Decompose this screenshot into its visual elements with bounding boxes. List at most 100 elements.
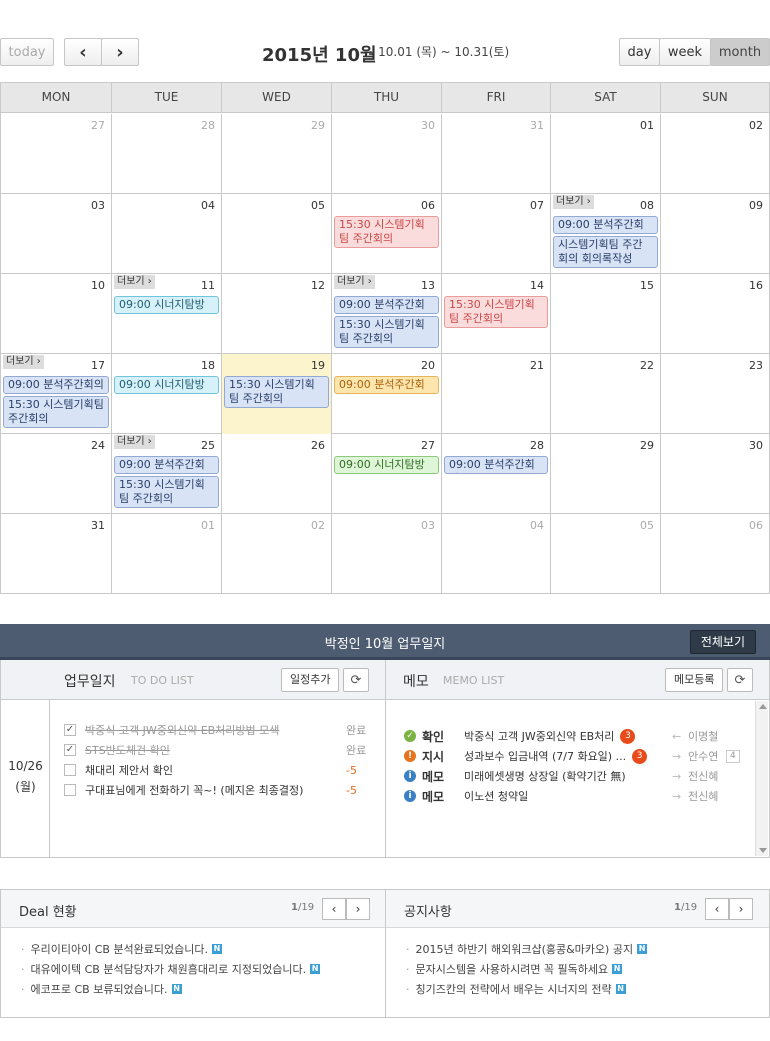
notice-prev-button[interactable]: ‹ bbox=[705, 898, 729, 920]
calendar-event[interactable]: 09:00 분석주간회의 bbox=[334, 376, 439, 394]
day-cell[interactable]: 15 bbox=[551, 274, 661, 354]
todo-checkbox[interactable] bbox=[64, 764, 76, 776]
day-cell[interactable]: 06 15:30 시스템기획팀 주간회의 bbox=[332, 194, 442, 274]
deal-item[interactable]: · 우리이티아이 CB 분석완료되었습니다. N bbox=[21, 940, 223, 958]
day-cell[interactable]: 31 bbox=[1, 514, 112, 594]
memo-item[interactable]: i 메모 이노션 청약일 → 전신혜 bbox=[404, 786, 754, 806]
day-cell[interactable]: 27 bbox=[1, 114, 112, 194]
memo-refresh-button[interactable]: ⟳ bbox=[727, 668, 753, 692]
day-cell[interactable]: 29 bbox=[222, 114, 332, 194]
day-cell[interactable]: 24 bbox=[1, 434, 112, 514]
view-week-button[interactable]: week bbox=[659, 38, 711, 66]
day-cell[interactable]: 25 더보기 › 09:00 분석주간회의 15:30 시스템기획팀 주간회의 bbox=[112, 434, 222, 514]
more-link[interactable]: 더보기 › bbox=[3, 355, 44, 369]
day-cell[interactable]: 01 bbox=[112, 514, 222, 594]
calendar-event[interactable]: 09:00 분석주간회의 bbox=[3, 376, 109, 394]
memo-scrollbar[interactable] bbox=[755, 701, 768, 856]
notice-item[interactable]: · 2015년 하반기 해외워크샵(홍콩&마카오) 공지 N bbox=[406, 940, 648, 958]
day-cell[interactable]: 30 bbox=[661, 434, 769, 514]
day-cell[interactable]: 16 bbox=[661, 274, 769, 354]
calendar-event[interactable]: 09:00 시너지탐방 bbox=[114, 376, 219, 394]
day-cell[interactable]: 17 더보기 › 09:00 분석주간회의 15:30 시스템기획팀 주간회의 bbox=[1, 354, 112, 434]
more-link[interactable]: 더보기 › bbox=[114, 275, 155, 289]
day-cell[interactable]: 19 15:30 시스템기획팀 주간회의 bbox=[222, 354, 332, 434]
day-cell[interactable]: 31 bbox=[442, 114, 551, 194]
day-cell[interactable]: 29 bbox=[551, 434, 661, 514]
day-cell[interactable]: 08 더보기 › 09:00 분석주간회의시스템기획팀 주간 회의 회의록작성 bbox=[551, 194, 661, 274]
todo-checkbox[interactable]: ✓ bbox=[64, 744, 76, 756]
notice-panel: 공지사항 1/19 ‹ › · 2015년 하반기 해외워크샵(홍콩&마카오) 공… bbox=[386, 889, 770, 1018]
weekday-thu: THU bbox=[332, 83, 442, 113]
deal-item[interactable]: · 에코프로 CB 보류되었습니다. N bbox=[21, 980, 182, 998]
calendar-event[interactable]: 09:00 시너지탐방 bbox=[114, 296, 219, 314]
calendar-event[interactable]: 09:00 분석주간회의 bbox=[444, 456, 548, 474]
day-cell[interactable]: 26 bbox=[222, 434, 332, 514]
day-cell[interactable]: 02 bbox=[661, 114, 769, 194]
calendar-event[interactable]: 15:30 시스템기획팀 주간회의 bbox=[334, 316, 439, 348]
day-cell[interactable]: 14 15:30 시스템기획팀 주간회의 bbox=[442, 274, 551, 354]
day-cell[interactable]: 04 bbox=[442, 514, 551, 594]
day-cell[interactable]: 02 bbox=[222, 514, 332, 594]
add-schedule-button[interactable]: 일정추가 bbox=[281, 668, 340, 692]
day-cell[interactable]: 09 bbox=[661, 194, 769, 274]
view-day-button[interactable]: day bbox=[619, 38, 660, 66]
prev-month-button[interactable]: ‹ bbox=[64, 38, 102, 66]
calendar-event[interactable]: 15:30 시스템기획팀 주간회의 bbox=[334, 216, 439, 248]
day-cell[interactable]: 27 09:00 시너지탐방 bbox=[332, 434, 442, 514]
more-link[interactable]: 더보기 › bbox=[553, 195, 594, 209]
day-cell[interactable]: 03 bbox=[1, 194, 112, 274]
todo-checkbox[interactable]: ✓ bbox=[64, 724, 76, 736]
calendar-event[interactable]: 15:30 시스템기획팀 주간회의 bbox=[3, 396, 109, 428]
memo-item[interactable]: ✓ 확인 박중식 고객 JW중외신약 EB처리 3 ← 이명철 bbox=[404, 726, 754, 746]
calendar-event[interactable]: 15:30 시스템기획팀 주간회의 bbox=[114, 476, 219, 508]
day-number: 19 bbox=[311, 359, 325, 372]
notice-item[interactable]: · 문자시스템을 사용하시려면 꼭 필독하세요 N bbox=[406, 960, 623, 978]
todo-refresh-button[interactable]: ⟳ bbox=[343, 668, 369, 692]
today-button[interactable]: today bbox=[0, 38, 54, 66]
day-cell[interactable]: 23 bbox=[661, 354, 769, 434]
day-cell[interactable]: 30 bbox=[332, 114, 442, 194]
day-cell[interactable]: 28 bbox=[112, 114, 222, 194]
view-month-button[interactable]: month bbox=[710, 38, 770, 66]
notice-item[interactable]: · 칭기즈칸의 전략에서 배우는 시너지의 전략 N bbox=[406, 980, 626, 998]
day-cell[interactable]: 28 09:00 분석주간회의 bbox=[442, 434, 551, 514]
add-memo-button[interactable]: 메모등록 bbox=[665, 668, 724, 692]
day-cell[interactable]: 22 bbox=[551, 354, 661, 434]
deal-next-button[interactable]: › bbox=[346, 898, 370, 920]
calendar-event[interactable]: 09:00 분석주간회의 bbox=[114, 456, 219, 474]
day-cell[interactable]: 06 bbox=[661, 514, 769, 594]
notice-item-text: 칭기즈칸의 전략에서 배우는 시너지의 전략 bbox=[415, 983, 612, 996]
weekday-tue: TUE bbox=[112, 83, 222, 113]
day-cell[interactable]: 11 더보기 › 09:00 시너지탐방 bbox=[112, 274, 222, 354]
memo-item[interactable]: ! 지시 성과보수 입금내역 (7/7 화요일) ... 3 → 안수연 4 bbox=[404, 746, 754, 766]
day-cell[interactable]: 18 09:00 시너지탐방 bbox=[112, 354, 222, 434]
deal-item[interactable]: · 대유에이텍 CB 분석담당자가 채원흠대리로 지정되었습니다. N bbox=[21, 960, 321, 978]
day-cell[interactable]: 12 bbox=[222, 274, 332, 354]
day-cell[interactable]: 10 bbox=[1, 274, 112, 354]
day-cell[interactable]: 05 bbox=[222, 194, 332, 274]
deal-prev-button[interactable]: ‹ bbox=[322, 898, 346, 920]
calendar-event[interactable]: 15:30 시스템기획팀 주간회의 bbox=[224, 376, 329, 408]
todo-checkbox[interactable] bbox=[64, 784, 76, 796]
day-number: 28 bbox=[530, 439, 544, 452]
next-month-button[interactable]: › bbox=[101, 38, 139, 66]
calendar-event[interactable]: 09:00 분석주간회의 bbox=[334, 296, 439, 314]
calendar-event[interactable]: 15:30 시스템기획팀 주간회의 bbox=[444, 296, 548, 328]
day-cell[interactable]: 01 bbox=[551, 114, 661, 194]
day-cell[interactable]: 13 더보기 › 09:00 분석주간회의 15:30 시스템기획팀 주간회의 bbox=[332, 274, 442, 354]
calendar-event[interactable]: 09:00 분석주간회의 bbox=[553, 216, 658, 234]
more-link[interactable]: 더보기 › bbox=[334, 275, 375, 289]
day-cell[interactable]: 21 bbox=[442, 354, 551, 434]
calendar-event[interactable]: 시스템기획팀 주간 회의 회의록작성 bbox=[553, 236, 658, 268]
week-row: 17 더보기 › 09:00 분석주간회의 15:30 시스템기획팀 주간회의 18 09… bbox=[1, 354, 769, 434]
view-all-button[interactable]: 전체보기 bbox=[689, 630, 756, 654]
day-cell[interactable]: 05 bbox=[551, 514, 661, 594]
calendar-event[interactable]: 09:00 시너지탐방 bbox=[334, 456, 439, 474]
notice-next-button[interactable]: › bbox=[729, 898, 753, 920]
more-link[interactable]: 더보기 › bbox=[114, 435, 155, 449]
day-cell[interactable]: 03 bbox=[332, 514, 442, 594]
day-cell[interactable]: 07 bbox=[442, 194, 551, 274]
day-cell[interactable]: 04 bbox=[112, 194, 222, 274]
memo-item[interactable]: i 메모 미래에셋생명 상장일 (확약기간 無) → 전신혜 bbox=[404, 766, 754, 786]
day-cell[interactable]: 20 09:00 분석주간회의 bbox=[332, 354, 442, 434]
